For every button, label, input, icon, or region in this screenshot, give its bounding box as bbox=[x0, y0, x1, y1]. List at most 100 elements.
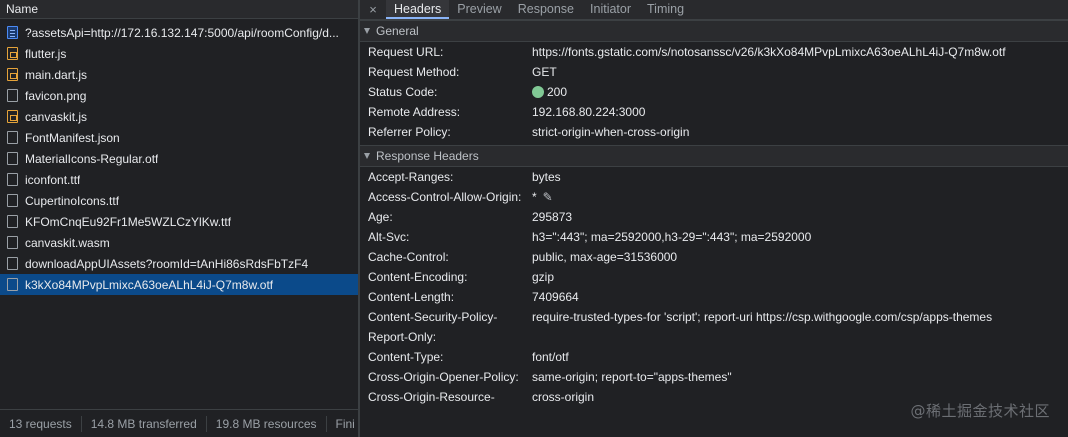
transferred-size: 14.8 MB transferred bbox=[82, 415, 207, 432]
header-key: Cache-Control: bbox=[368, 250, 449, 264]
header-key: Report-Only: bbox=[368, 330, 437, 344]
header-value-text: public, max-age=31536000 bbox=[532, 250, 678, 264]
header-key: Content-Type: bbox=[368, 350, 444, 364]
request-name: FontManifest.json bbox=[25, 130, 120, 145]
header-row: Access-Control-Allow-Origin: * ✎ bbox=[360, 187, 1068, 207]
response-headers-section: Accept-Ranges: bytes Access-Control-Allow-… bbox=[360, 167, 1068, 407]
header-row: Content-Type: font/otf bbox=[360, 347, 1068, 367]
request-row[interactable]: favicon.png bbox=[0, 85, 358, 106]
request-row[interactable]: CupertinoIcons.ttf bbox=[0, 190, 358, 211]
header-value[interactable]: public, max-age=31536000 bbox=[532, 250, 677, 264]
request-name: flutter.js bbox=[25, 46, 67, 61]
request-details-pane: × Headers Preview Response Initiator Timing … bbox=[360, 0, 1068, 437]
file-icon bbox=[7, 236, 18, 249]
file-icon bbox=[7, 257, 18, 270]
header-row: Cross-Origin-Opener-Policy: same-origin; … bbox=[360, 367, 1068, 387]
resources-size: 19.8 MB resources bbox=[207, 415, 327, 432]
request-row[interactable]: KFOmCnqEu92Fr1Me5WZLCzYlKw.ttf bbox=[0, 211, 358, 232]
header-value-text: * bbox=[532, 190, 537, 204]
header-value-text: require-trusted-types-for 'script'; repo… bbox=[532, 310, 993, 324]
request-row[interactable]: downloadAppUIAssets?roomId=tAnHi86sRdsFb… bbox=[0, 253, 358, 274]
header-row: Request Method: GET bbox=[360, 62, 1068, 82]
request-name: ?assetsApi=http://172.16.132.147:5000/ap… bbox=[25, 25, 339, 40]
header-value-text: font/otf bbox=[532, 350, 569, 364]
header-value[interactable]: bytes bbox=[532, 170, 561, 184]
tab-initiator[interactable]: Initiator bbox=[582, 0, 639, 19]
close-icon[interactable]: × bbox=[360, 0, 386, 19]
header-row: Content-Encoding: gzip bbox=[360, 267, 1068, 287]
header-value-text: h3=":443"; ma=2592000,h3-29=":443"; ma=2… bbox=[532, 230, 812, 244]
header-value-text: GET bbox=[532, 65, 557, 79]
header-value[interactable]: font/otf bbox=[532, 350, 569, 364]
header-value-text: strict-origin-when-cross-origin bbox=[532, 125, 690, 139]
request-list: ?assetsApi=http://172.16.132.147:5000/ap… bbox=[0, 22, 358, 295]
header-key: Content-Security-Policy- bbox=[368, 310, 498, 324]
request-row[interactable]: MaterialIcons-Regular.otf bbox=[0, 148, 358, 169]
request-name: KFOmCnqEu92Fr1Me5WZLCzYlKw.ttf bbox=[25, 214, 232, 229]
tab-headers[interactable]: Headers bbox=[386, 0, 450, 19]
edit-pencil-icon[interactable]: ✎ bbox=[543, 190, 553, 204]
header-value-text: 200 bbox=[547, 85, 568, 99]
script-file-icon bbox=[7, 110, 18, 123]
header-value-text: 295873 bbox=[532, 210, 573, 224]
header-value-text: 192.168.80.224:3000 bbox=[532, 105, 646, 119]
header-key: Cross-Origin-Opener-Policy: bbox=[368, 370, 519, 384]
header-value-text: https://fonts.gstatic.com/s/notosanssc/v… bbox=[532, 45, 1006, 59]
header-value-text: bytes bbox=[532, 170, 561, 184]
header-value[interactable]: require-trusted-types-for 'script'; repo… bbox=[532, 310, 992, 324]
header-key: Content-Encoding: bbox=[368, 270, 468, 284]
name-column-header[interactable]: Name bbox=[0, 0, 358, 19]
request-row[interactable]: ?assetsApi=http://172.16.132.147:5000/ap… bbox=[0, 22, 358, 43]
details-tab-bar: × Headers Preview Response Initiator Timing bbox=[360, 0, 1068, 20]
request-count: 13 requests bbox=[0, 415, 82, 432]
file-icon bbox=[7, 89, 18, 102]
header-value-text: cross-origin bbox=[532, 390, 595, 404]
request-row[interactable]: main.dart.js bbox=[0, 64, 358, 85]
header-value[interactable]: same-origin; report-to="apps-themes" bbox=[532, 370, 732, 384]
request-name: favicon.png bbox=[25, 88, 87, 103]
request-row[interactable]: canvaskit.js bbox=[0, 106, 358, 127]
request-row[interactable]: flutter.js bbox=[0, 43, 358, 64]
request-row[interactable]: iconfont.ttf bbox=[0, 169, 358, 190]
tab-timing[interactable]: Timing bbox=[639, 0, 692, 19]
header-key: Request URL: bbox=[368, 45, 444, 59]
header-value[interactable]: 192.168.80.224:3000 bbox=[532, 105, 645, 119]
header-value-text: gzip bbox=[532, 270, 555, 284]
request-row[interactable]: FontManifest.json bbox=[0, 127, 358, 148]
request-name: MaterialIcons-Regular.otf bbox=[25, 151, 159, 166]
header-row: Alt-Svc: h3=":443"; ma=2592000,h3-29=":44… bbox=[360, 227, 1068, 247]
header-value[interactable]: GET bbox=[532, 65, 557, 79]
file-icon bbox=[7, 131, 18, 144]
header-row: Report-Only: bbox=[360, 327, 1068, 347]
header-key: Remote Address: bbox=[368, 105, 461, 119]
header-row: Remote Address: 192.168.80.224:3000 bbox=[360, 102, 1068, 122]
file-icon bbox=[7, 194, 18, 207]
header-value[interactable]: 200 bbox=[532, 85, 567, 99]
request-row[interactable]: k3kXo84MPvpLmixcA63oeALhL4iJ-Q7m8w.otf bbox=[0, 274, 358, 295]
document-file-icon bbox=[7, 26, 18, 39]
header-value[interactable]: h3=":443"; ma=2592000,h3-29=":443"; ma=2… bbox=[532, 230, 811, 244]
header-key: Access-Control-Allow-Origin: bbox=[368, 190, 522, 204]
header-row: Cache-Control: public, max-age=31536000 bbox=[360, 247, 1068, 267]
tab-response[interactable]: Response bbox=[510, 0, 582, 19]
header-key: Referrer Policy: bbox=[368, 125, 451, 139]
request-row[interactable]: canvaskit.wasm bbox=[0, 232, 358, 253]
general-section-header[interactable]: General bbox=[360, 20, 1068, 42]
header-value[interactable]: 295873 bbox=[532, 210, 572, 224]
header-key: Age: bbox=[368, 210, 393, 224]
header-row: Status Code: 200 bbox=[360, 82, 1068, 102]
header-value[interactable]: * ✎ bbox=[532, 190, 553, 204]
header-value[interactable]: gzip bbox=[532, 270, 554, 284]
header-row: Referrer Policy: strict-origin-when-cross… bbox=[360, 122, 1068, 142]
header-value-text: same-origin; report-to="apps-themes" bbox=[532, 370, 732, 384]
file-icon bbox=[7, 278, 18, 291]
script-file-icon bbox=[7, 47, 18, 60]
tab-preview[interactable]: Preview bbox=[449, 0, 509, 19]
response-headers-section-header[interactable]: Response Headers bbox=[360, 145, 1068, 167]
header-row: Accept-Ranges: bytes bbox=[360, 167, 1068, 187]
header-value[interactable]: https://fonts.gstatic.com/s/notosanssc/v… bbox=[532, 45, 1006, 59]
request-name: canvaskit.wasm bbox=[25, 235, 110, 250]
header-value[interactable]: 7409664 bbox=[532, 290, 579, 304]
header-value[interactable]: cross-origin bbox=[532, 390, 594, 404]
header-value[interactable]: strict-origin-when-cross-origin bbox=[532, 125, 689, 139]
